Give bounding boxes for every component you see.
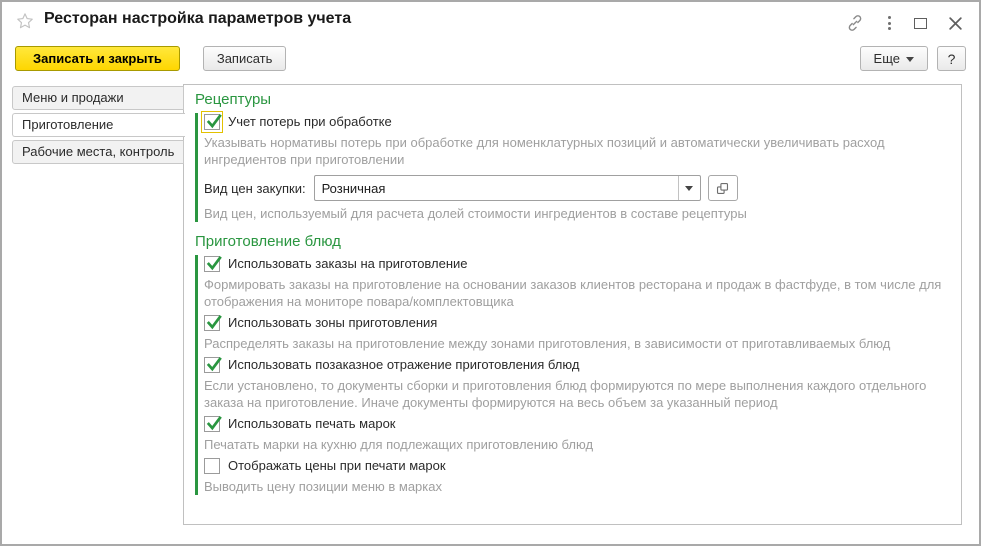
more-button[interactable]: Еще xyxy=(859,46,928,71)
cooking-zones-row: Использовать зоны приготовления xyxy=(204,314,949,331)
tab-menu-and-sales[interactable]: Меню и продажи xyxy=(12,86,184,110)
show-prices-on-marks-label[interactable]: Отображать цены при печати марок xyxy=(228,458,446,473)
check-icon xyxy=(206,255,222,270)
use-cooking-orders-hint: Формировать заказы на приготовление на о… xyxy=(204,277,942,309)
tab-cooking[interactable]: Приготовление xyxy=(12,113,185,137)
maximize-icon[interactable] xyxy=(914,17,927,29)
kebab-icon[interactable] xyxy=(886,14,893,32)
check-icon xyxy=(206,415,222,430)
open-price-type-button[interactable] xyxy=(707,175,738,201)
help-button[interactable]: ? xyxy=(937,46,966,71)
purchase-price-type-label: Вид цен закупки: xyxy=(204,180,306,196)
settings-panel: Рецептуры Учет потерь при обработке Указ… xyxy=(183,84,962,525)
recipes-group-title: Рецептуры xyxy=(195,91,272,108)
show-prices-on-marks-checkbox[interactable] xyxy=(204,457,220,474)
check-icon xyxy=(206,356,222,371)
settings-tabs: Меню и продажи Приготовление Рабочие мес… xyxy=(12,86,185,167)
use-cooking-zones-checkbox[interactable] xyxy=(204,314,222,331)
use-mark-printing-checkbox[interactable] xyxy=(204,415,222,432)
purchase-price-type-hint: Вид цен, используемый для расчета долей … xyxy=(204,206,747,221)
loss-accounting-label[interactable]: Учет потерь при обработке xyxy=(228,114,392,129)
cooking-group: Приготовление блюд Использовать заказы н… xyxy=(195,233,961,495)
purchase-price-type-field[interactable] xyxy=(313,175,701,201)
tab-workplaces-control[interactable]: Рабочие места, контроль xyxy=(12,140,184,164)
loss-accounting-checkbox[interactable] xyxy=(201,110,223,133)
purchase-price-type-row: Вид цен закупки: xyxy=(204,175,949,201)
mark-prices-row: Отображать цены при печати марок xyxy=(204,457,949,474)
more-label: Еще xyxy=(873,51,900,66)
loss-accounting-hint: Указывать нормативы потерь при обработке… xyxy=(204,135,885,167)
save-and-close-button[interactable]: Записать и закрыть xyxy=(15,46,180,71)
loss-accounting-row: Учет потерь при обработке xyxy=(201,110,949,133)
save-and-close-label: Записать и закрыть xyxy=(33,51,162,66)
mark-printing-row: Использовать печать марок xyxy=(204,415,949,432)
use-mark-printing-hint: Печатать марки на кухню для подлежащих п… xyxy=(204,437,594,452)
save-button[interactable]: Записать xyxy=(202,46,287,71)
chevron-down-icon[interactable] xyxy=(677,176,700,200)
titlebar: Ресторан настройка параметров учета xyxy=(2,2,979,44)
cooking-orders-row: Использовать заказы на приготовление xyxy=(204,255,949,272)
use-cooking-orders-checkbox[interactable] xyxy=(204,255,222,272)
per-order-reflection-hint: Если установлено, то документы сборки и … xyxy=(204,378,927,410)
link-icon[interactable] xyxy=(845,13,865,33)
toolbar: Записать и закрыть Записать Еще ? xyxy=(15,46,966,72)
save-label: Записать xyxy=(216,51,273,66)
per-order-reflection-checkbox[interactable] xyxy=(204,356,222,373)
recipes-group: Рецептуры Учет потерь при обработке Указ… xyxy=(195,91,961,222)
check-icon xyxy=(206,113,222,128)
purchase-price-type-input[interactable] xyxy=(314,176,678,200)
page-title: Ресторан настройка параметров учета xyxy=(44,10,352,27)
chevron-down-icon xyxy=(906,56,914,66)
star-icon[interactable] xyxy=(15,11,35,31)
per-order-reflection-label[interactable]: Использовать позаказное отражение пригот… xyxy=(228,357,579,372)
close-icon[interactable] xyxy=(948,16,963,31)
use-cooking-zones-label[interactable]: Использовать зоны приготовления xyxy=(228,315,437,330)
cooking-group-title: Приготовление блюд xyxy=(195,233,341,250)
help-label: ? xyxy=(947,50,956,67)
app-window: Ресторан настройка параметров учета Запи… xyxy=(0,0,981,546)
open-in-form-icon xyxy=(717,182,729,194)
use-mark-printing-label[interactable]: Использовать печать марок xyxy=(228,416,395,431)
use-cooking-zones-hint: Распределять заказы на приготовление меж… xyxy=(204,336,891,351)
use-cooking-orders-label[interactable]: Использовать заказы на приготовление xyxy=(228,256,468,271)
check-icon xyxy=(206,314,222,329)
show-prices-on-marks-hint: Выводить цену позиции меню в марках xyxy=(204,479,442,494)
per-order-reflection-row: Использовать позаказное отражение пригот… xyxy=(204,356,949,373)
